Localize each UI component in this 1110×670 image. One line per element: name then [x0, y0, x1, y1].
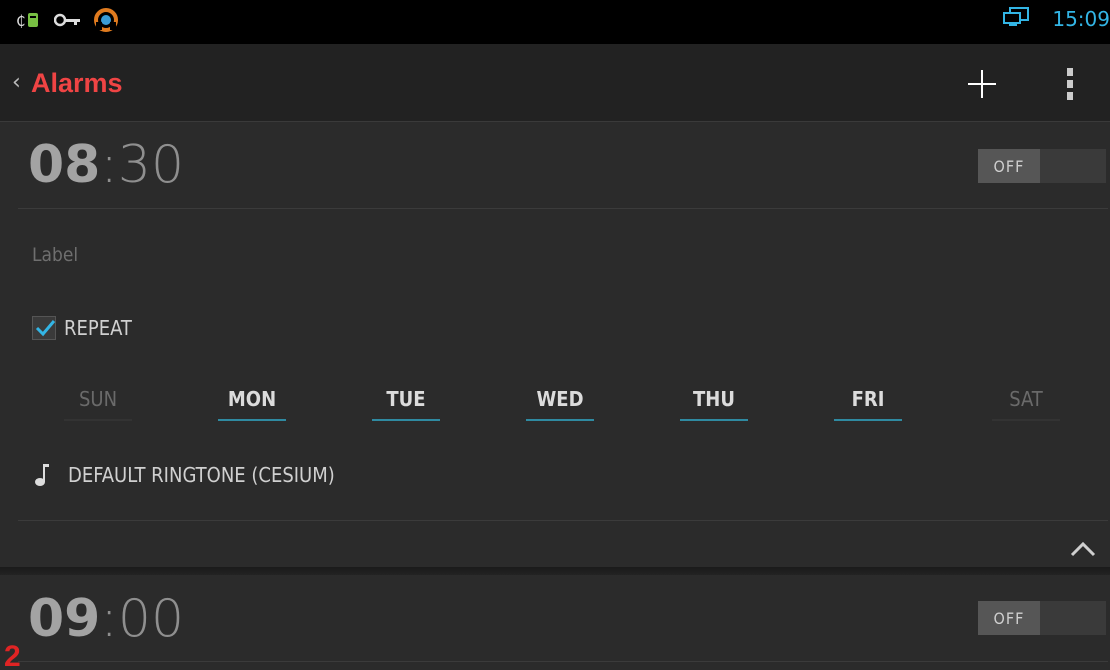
repeat-label: REPEAT [64, 316, 132, 340]
headset-app-icon [94, 8, 118, 36]
alarm-minute: 00 [117, 589, 185, 649]
alarm-minute: 30 [117, 135, 185, 195]
day-underline [992, 419, 1060, 421]
alarm-time[interactable]: 08:30 [28, 135, 184, 195]
day-underline [526, 419, 594, 421]
alarm-hour: 09 [28, 589, 101, 649]
svg-text:₵: ₵ [16, 12, 26, 30]
day-label: SUN [78, 387, 118, 411]
page-title[interactable]: Alarms [31, 68, 123, 99]
day-underline [680, 419, 748, 421]
day-toggle-wed[interactable]: WED [526, 384, 594, 421]
plus-icon [968, 70, 996, 98]
add-alarm-button[interactable] [962, 64, 1002, 104]
day-label: WED [536, 387, 584, 411]
chevron-left-icon[interactable]: ‹ [12, 70, 21, 95]
divider [18, 661, 1108, 662]
alarm-separator: : [100, 589, 118, 649]
status-bar: ₵ 15:09 [0, 0, 1110, 44]
alarm-item[interactable]: 08:30 OFF [0, 123, 1110, 209]
toggle-knob: OFF [978, 149, 1040, 183]
key-icon [53, 10, 82, 34]
status-clock: 15:09 [1052, 7, 1110, 31]
alarm-toggle[interactable]: OFF [978, 149, 1106, 183]
alarm-separator: : [100, 135, 118, 195]
alarm-hour: 08 [28, 135, 101, 195]
action-bar: ‹ Alarms [0, 44, 1110, 122]
screen-mirror-icon [1002, 6, 1032, 32]
day-label: THU [693, 387, 735, 411]
day-underline [64, 419, 132, 421]
section-shadow [0, 567, 1110, 575]
day-toggle-mon[interactable]: MON [218, 384, 286, 421]
day-underline [218, 419, 286, 421]
divider [18, 208, 1108, 209]
day-toggle-sun[interactable]: SUN [64, 384, 132, 421]
collapse-button[interactable] [1066, 531, 1100, 565]
alarm-item[interactable]: 09:00 OFF [0, 575, 1110, 670]
day-label: SAT [1009, 387, 1043, 411]
overflow-menu-button[interactable] [1060, 64, 1080, 104]
usb-debug-icon: ₵ [16, 10, 42, 34]
day-underline [372, 419, 440, 421]
day-label: MON [227, 387, 277, 411]
repeat-row[interactable]: REPEAT [32, 316, 132, 340]
collapse-bar[interactable] [0, 521, 1110, 573]
checkmark-icon [35, 320, 56, 337]
chevron-up-icon [1070, 541, 1096, 557]
day-label: FRI [851, 387, 885, 411]
day-label: TUE [386, 387, 426, 411]
day-selector: SUN MON TUE WED THU FRI SAT [64, 384, 1064, 424]
repeat-checkbox[interactable] [32, 316, 56, 340]
day-toggle-sat[interactable]: SAT [992, 384, 1060, 421]
alarm-time[interactable]: 09:00 [28, 589, 184, 649]
alarm-toggle[interactable]: OFF [978, 601, 1106, 635]
day-toggle-fri[interactable]: FRI [834, 384, 902, 421]
index-badge: 2 [4, 640, 21, 670]
music-note-icon [35, 464, 49, 486]
ringtone-label: DEFAULT RINGTONE (CESIUM) [68, 463, 335, 487]
toggle-knob: OFF [978, 601, 1040, 635]
alarm-label-field[interactable]: Label [32, 244, 78, 266]
day-toggle-thu[interactable]: THU [680, 384, 748, 421]
ringtone-row[interactable]: DEFAULT RINGTONE (CESIUM) [34, 462, 335, 488]
day-underline [834, 419, 902, 421]
overflow-menu-icon [1067, 68, 1073, 100]
day-toggle-tue[interactable]: TUE [372, 384, 440, 421]
